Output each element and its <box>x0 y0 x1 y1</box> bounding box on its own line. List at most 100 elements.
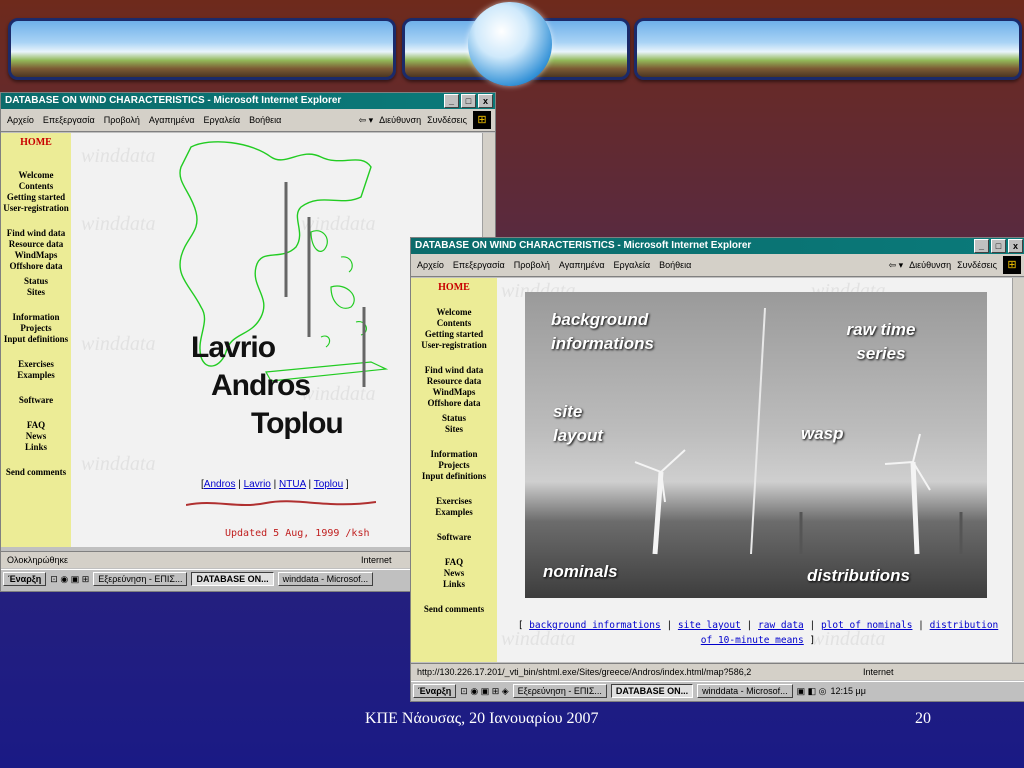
updated-note: Updated 5 Aug, 1999 /ksh <box>225 528 370 539</box>
nav-find-wind-data[interactable]: Find wind data <box>411 365 497 376</box>
nav-offshore-data[interactable]: Offshore data <box>1 261 71 272</box>
minimize-button[interactable]: _ <box>444 94 459 108</box>
nav-send-comments[interactable]: Send comments <box>411 604 497 615</box>
task-explorer[interactable]: Εξερεύνηση - ΕΠΙΣ... <box>93 572 188 586</box>
link-plot-of-nominals[interactable]: plot of nominals <box>821 620 913 631</box>
nav-status[interactable]: Status <box>411 413 497 424</box>
link-raw-data[interactable]: raw data <box>758 620 804 631</box>
title-bar[interactable]: DATABASE ON WIND CHARACTERISTICS - Micro… <box>1 93 495 109</box>
nav-exercises[interactable]: Exercises <box>411 496 497 507</box>
label-site-layout[interactable]: site layout <box>553 400 623 448</box>
menu-view[interactable]: Προβολή <box>104 115 140 125</box>
label-nominals[interactable]: nominals <box>543 562 618 582</box>
quicklaunch-icons[interactable]: ⊡ ◉ ▣ ⊞ <box>50 574 89 585</box>
link-background-informations[interactable]: background informations <box>529 620 661 631</box>
nav-resource-data[interactable]: Resource data <box>1 239 71 250</box>
links-label[interactable]: Συνδέσεις <box>957 260 997 270</box>
maximize-button[interactable]: □ <box>461 94 476 108</box>
nav-getting-started[interactable]: Getting started <box>411 329 497 340</box>
nav-software[interactable]: Software <box>411 532 497 543</box>
nav-find-wind-data[interactable]: Find wind data <box>1 228 71 239</box>
nav-exercises[interactable]: Exercises <box>1 359 71 370</box>
nav-examples[interactable]: Examples <box>1 370 71 381</box>
nav-faq[interactable]: FAQ <box>411 557 497 568</box>
nav-home[interactable]: HOME <box>411 282 497 293</box>
wind-farm-image-map[interactable]: background informations raw time series … <box>525 292 987 598</box>
tray-icons[interactable]: ▣ ◧ ◎ <box>797 686 827 697</box>
menu-tools[interactable]: Εργαλεία <box>614 260 651 270</box>
nav-sites[interactable]: Sites <box>1 287 71 298</box>
nav-software[interactable]: Software <box>1 395 71 406</box>
menu-favorites[interactable]: Αγαπημένα <box>559 260 605 270</box>
maximize-button[interactable]: □ <box>991 239 1006 253</box>
nav-offshore-data[interactable]: Offshore data <box>411 398 497 409</box>
nav-user-registration[interactable]: User-registration <box>411 340 497 351</box>
nav-information[interactable]: Information <box>411 449 497 460</box>
nav-projects[interactable]: Projects <box>411 460 497 471</box>
start-button[interactable]: Έναρξη <box>413 684 457 698</box>
link-ntua[interactable]: NTUA <box>279 479 306 490</box>
nav-getting-started[interactable]: Getting started <box>1 192 71 203</box>
menu-edit[interactable]: Επεξεργασία <box>453 260 505 270</box>
nav-faq[interactable]: FAQ <box>1 420 71 431</box>
link-andros[interactable]: Andros <box>204 479 236 490</box>
nav-user-registration[interactable]: User-registration <box>1 203 71 214</box>
menu-edit[interactable]: Επεξεργασία <box>43 115 95 125</box>
title-bar[interactable]: DATABASE ON WIND CHARACTERISTICS - Micro… <box>411 238 1024 254</box>
start-button[interactable]: Έναρξη <box>3 572 47 586</box>
task-explorer[interactable]: Εξερεύνηση - ΕΠΙΣ... <box>512 684 607 698</box>
site-name-lavrio[interactable]: Lavrio <box>191 331 276 365</box>
nav-status[interactable]: Status <box>1 276 71 287</box>
nav-home[interactable]: HOME <box>1 137 71 148</box>
link-site-layout[interactable]: site layout <box>678 620 741 631</box>
task-winddata[interactable]: winddata - Microsof... <box>277 572 374 586</box>
label-background-informations[interactable]: background informations <box>551 308 681 356</box>
menu-favorites[interactable]: Αγαπημένα <box>149 115 195 125</box>
task-database[interactable]: DATABASE ON... <box>191 572 274 586</box>
label-raw-time-series[interactable]: raw time series <box>821 318 941 366</box>
nav-input-definitions[interactable]: Input definitions <box>411 471 497 482</box>
address-label[interactable]: Διεύθυνση <box>379 115 421 125</box>
menu-file[interactable]: Αρχείο <box>417 260 444 270</box>
nav-sites[interactable]: Sites <box>411 424 497 435</box>
nav-contents[interactable]: Contents <box>1 181 71 192</box>
menu-help[interactable]: Βοήθεια <box>659 260 691 270</box>
nav-links[interactable]: Links <box>1 442 71 453</box>
nav-news[interactable]: News <box>411 568 497 579</box>
site-name-toplou[interactable]: Toplou <box>251 407 344 441</box>
task-database[interactable]: DATABASE ON... <box>610 684 694 698</box>
menu-help[interactable]: Βοήθεια <box>249 115 281 125</box>
nav-windmaps[interactable]: WindMaps <box>411 387 497 398</box>
nav-news[interactable]: News <box>1 431 71 442</box>
nav-welcome[interactable]: Welcome <box>1 170 71 181</box>
label-distributions[interactable]: distributions <box>807 566 910 586</box>
nav-examples[interactable]: Examples <box>411 507 497 518</box>
menu-file[interactable]: Αρχείο <box>7 115 34 125</box>
back-icon[interactable]: ⇦ ▾ <box>889 260 904 271</box>
menu-tools[interactable]: Εργαλεία <box>204 115 241 125</box>
nav-send-comments[interactable]: Send comments <box>1 467 71 478</box>
vertical-scrollbar[interactable] <box>1012 278 1024 662</box>
menu-view[interactable]: Προβολή <box>514 260 550 270</box>
clock[interactable]: 12:15 μμ <box>830 686 865 696</box>
address-label[interactable]: Διεύθυνση <box>909 260 951 270</box>
nav-resource-data[interactable]: Resource data <box>411 376 497 387</box>
site-name-andros[interactable]: Andros <box>211 369 311 403</box>
links-label[interactable]: Συνδέσεις <box>427 115 467 125</box>
close-button[interactable]: x <box>478 94 493 108</box>
task-winddata[interactable]: winddata - Microsof... <box>697 684 793 698</box>
nav-projects[interactable]: Projects <box>1 323 71 334</box>
nav-information[interactable]: Information <box>1 312 71 323</box>
back-icon[interactable]: ⇦ ▾ <box>359 115 374 126</box>
quicklaunch-icons[interactable]: ⊡ ◉ ▣ ⊞ ◈ <box>460 686 508 697</box>
nav-links[interactable]: Links <box>411 579 497 590</box>
link-toplou[interactable]: Toplou <box>314 479 343 490</box>
nav-windmaps[interactable]: WindMaps <box>1 250 71 261</box>
label-wasp[interactable]: wasp <box>801 424 844 444</box>
close-button[interactable]: x <box>1008 239 1023 253</box>
link-lavrio[interactable]: Lavrio <box>244 479 271 490</box>
minimize-button[interactable]: _ <box>974 239 989 253</box>
nav-welcome[interactable]: Welcome <box>411 307 497 318</box>
nav-input-definitions[interactable]: Input definitions <box>1 334 71 345</box>
nav-contents[interactable]: Contents <box>411 318 497 329</box>
